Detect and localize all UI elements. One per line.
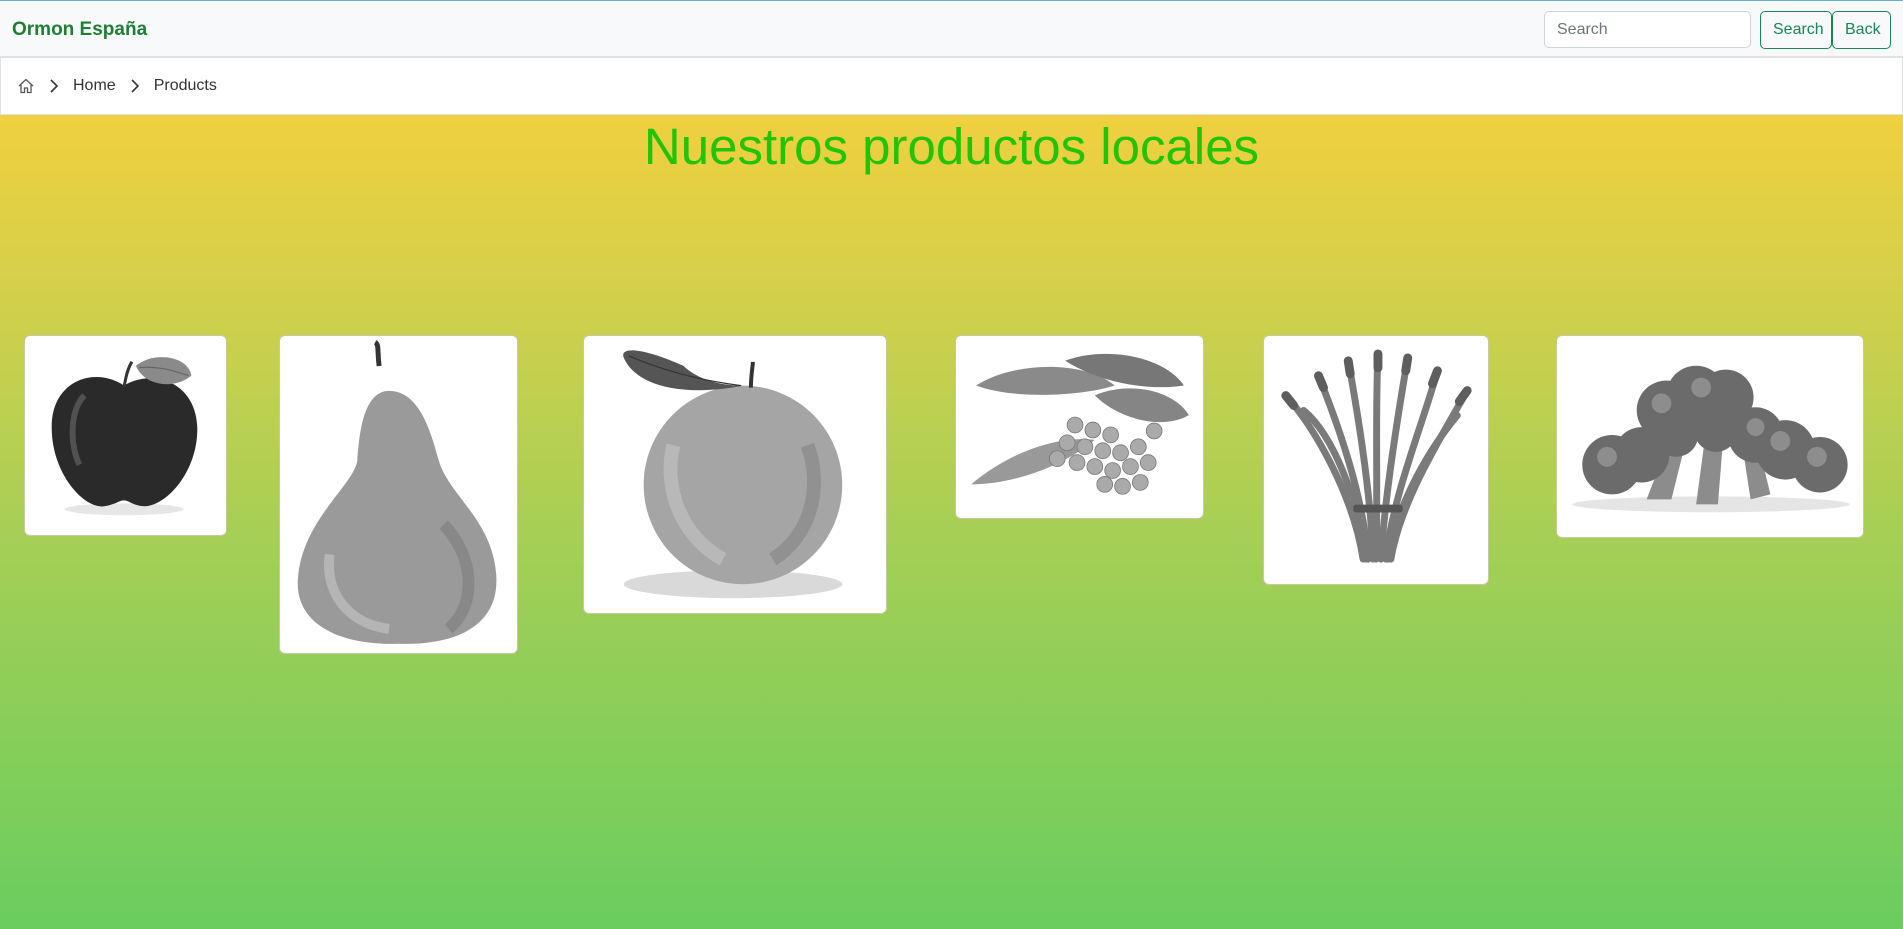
page-title: Nuestros productos locales [643,118,1260,175]
breadcrumb-current: Products [153,77,217,94]
pear-image [297,340,497,644]
chevron-right-icon [47,77,61,95]
home-icon[interactable] [17,77,35,95]
peas-image [971,353,1189,495]
products-section: Nuestros productos locales [0,115,1903,929]
apple-image [51,357,198,516]
orange-image [623,350,843,599]
product-card-apple[interactable] [24,335,227,536]
back-button[interactable]: Back [1832,11,1891,49]
chevron-right-icon [128,77,142,95]
breadcrumb-home-link[interactable]: Home [73,77,116,95]
breadcrumb: Home Products [0,57,1903,115]
search-button[interactable]: Search [1760,11,1832,49]
product-card-pear[interactable] [279,335,518,654]
product-card-orange[interactable] [583,335,887,614]
top-navbar: Ormon España Search Back [0,0,1903,57]
search-input[interactable] [1544,11,1751,48]
asparagus-image [1281,349,1472,563]
product-card-broccoli[interactable] [1556,335,1864,538]
product-card-asparagus[interactable] [1263,335,1489,585]
product-card-peas[interactable] [955,335,1204,519]
brand-logo-text[interactable]: Ormon España [12,19,147,41]
broccoli-image [1572,365,1850,513]
